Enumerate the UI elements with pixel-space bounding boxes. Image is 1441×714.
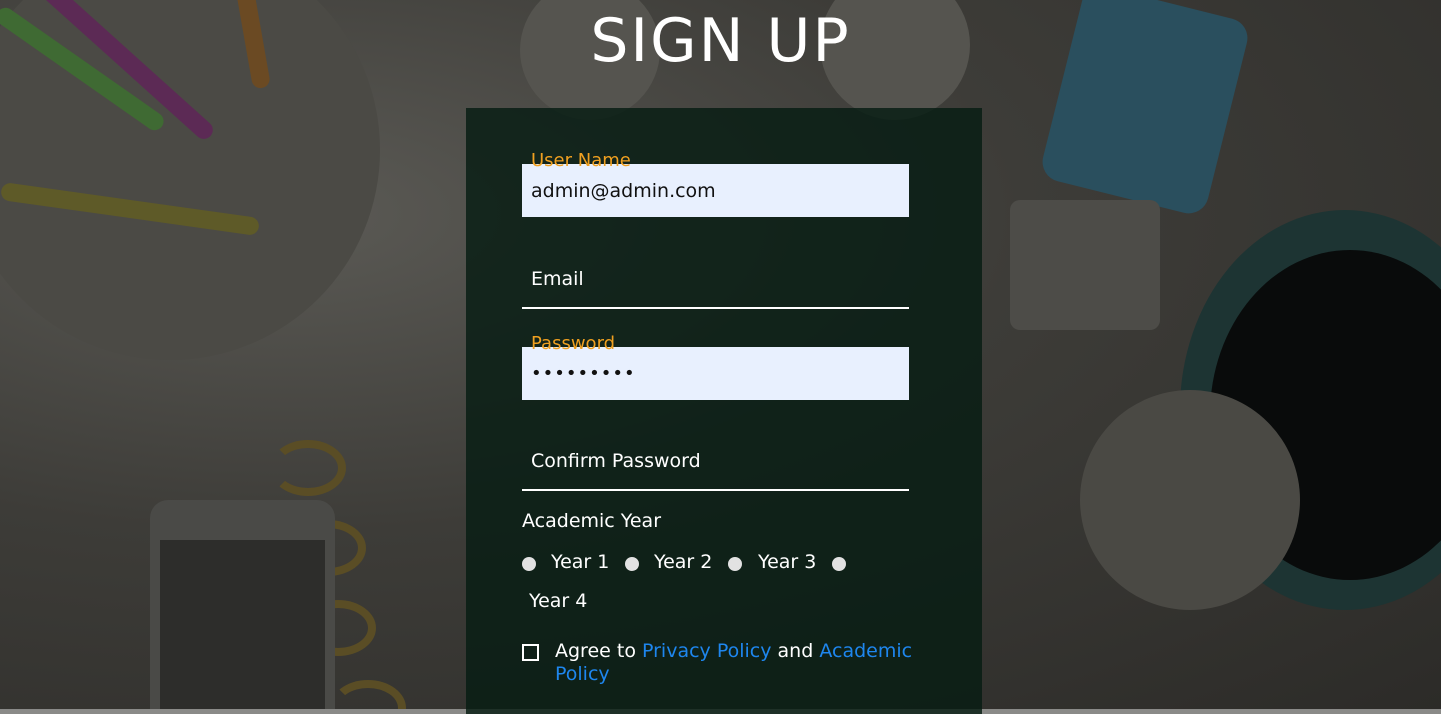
username-label: User Name [531, 150, 631, 171]
privacy-policy-link[interactable]: Privacy Policy [642, 640, 771, 662]
email-placeholder: Email [531, 268, 584, 290]
email-underline [522, 307, 909, 309]
academic-year-label: Academic Year [522, 510, 662, 532]
password-input[interactable]: ••••••••• [522, 347, 909, 400]
year-2-label: Year 2 [654, 551, 713, 573]
username-field-group: admin@admin.com User Name [522, 150, 909, 217]
username-input[interactable]: admin@admin.com [522, 164, 909, 217]
confirm-password-underline [522, 489, 909, 491]
year-4-radio[interactable] [832, 557, 846, 571]
academic-policy-link-part2: Policy [555, 663, 610, 685]
password-label: Password [531, 333, 616, 354]
year-2-radio[interactable] [625, 557, 639, 571]
email-field-group[interactable]: Email [522, 256, 909, 309]
academic-policy-link-part1: Academic [819, 640, 913, 662]
confirm-password-placeholder: Confirm Password [531, 450, 701, 472]
year-1-radio[interactable] [522, 557, 536, 571]
password-field-group: ••••••••• Password [522, 333, 909, 400]
confirm-password-field-group[interactable]: Confirm Password [522, 438, 909, 491]
year-4-label: Year 4 [529, 590, 588, 612]
page-title: SIGN UP [590, 6, 851, 76]
year-1-label: Year 1 [551, 551, 610, 573]
agree-prefix: Agree to [555, 640, 636, 662]
agree-text: Agree to Privacy Policy and Academic Poli… [555, 640, 925, 686]
agree-conjunction: and [777, 640, 814, 662]
year-3-label: Year 3 [758, 551, 817, 573]
agree-checkbox[interactable] [522, 644, 539, 661]
year-3-radio[interactable] [728, 557, 742, 571]
